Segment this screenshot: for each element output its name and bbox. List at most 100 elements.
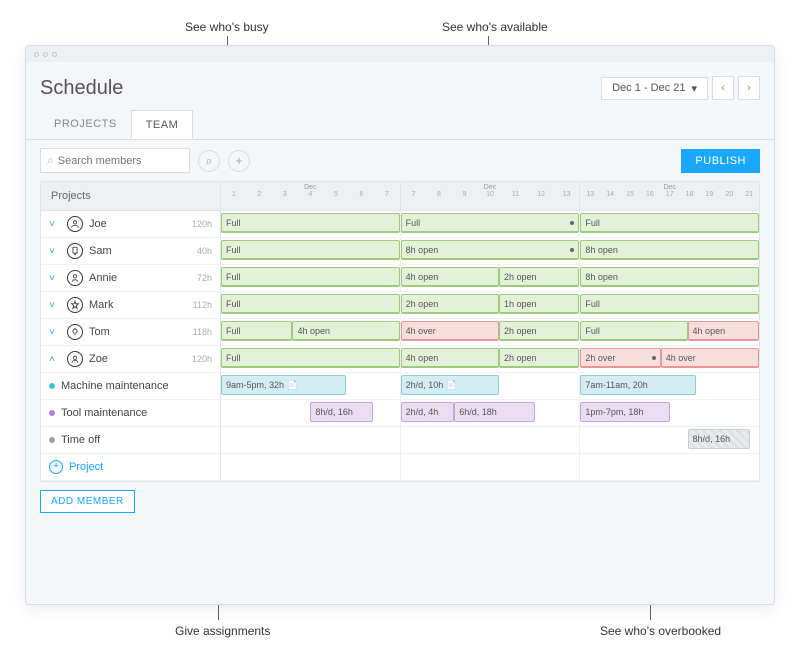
expand-icon[interactable]: ˅ bbox=[49, 273, 61, 284]
schedule-bar[interactable]: 4h open bbox=[401, 348, 499, 368]
schedule-bar[interactable]: 6h/d, 18h bbox=[454, 402, 534, 422]
window-dot bbox=[34, 52, 39, 57]
schedule-bar[interactable]: 9am-5pm, 32h 📄 bbox=[221, 375, 346, 395]
project-row: Machine maintenance 9am-5pm, 32h 📄 2h/d, 1… bbox=[41, 373, 759, 400]
callout-overbooked: See who's overbooked bbox=[600, 624, 721, 638]
avatar-icon bbox=[67, 324, 83, 340]
schedule-bar[interactable]: 8h/d, 16h bbox=[688, 429, 751, 449]
add-project-button[interactable]: +Project bbox=[49, 460, 103, 474]
expand-icon[interactable]: ˅ bbox=[49, 246, 61, 257]
schedule-bar[interactable]: Full bbox=[221, 213, 400, 233]
schedule-bar[interactable]: 4h open bbox=[688, 321, 759, 341]
add-member-button[interactable]: ADD MEMBER bbox=[40, 490, 135, 513]
avatar-icon bbox=[67, 351, 83, 367]
page-title: Schedule bbox=[40, 77, 123, 100]
schedule-bar[interactable]: 4h open bbox=[292, 321, 399, 341]
schedule-bar[interactable]: 2h open bbox=[499, 267, 579, 287]
tab-projects[interactable]: PROJECTS bbox=[40, 110, 131, 139]
member-row: ˄ Zoe 120h Full4h open2h open2h over4h ov… bbox=[41, 346, 759, 373]
member-row: ˅ Tom 118hFull4h open4h over2h openFull4… bbox=[41, 319, 759, 346]
schedule-bar[interactable]: 2h over bbox=[580, 348, 660, 368]
add-button[interactable]: + bbox=[228, 150, 250, 172]
timeline-week-header: Dec131415161718192021 bbox=[580, 182, 759, 210]
search-input-wrapper[interactable]: ⌕ bbox=[40, 148, 190, 173]
schedule-bar[interactable]: 2h/d, 10h 📄 bbox=[401, 375, 499, 395]
grid-left-header: Projects bbox=[41, 182, 221, 210]
member-name: Annie bbox=[89, 272, 117, 284]
schedule-bar[interactable]: 8h open bbox=[401, 240, 580, 260]
date-range-picker[interactable]: Dec 1 - Dec 21 ▾ bbox=[601, 77, 708, 100]
project-color-dot bbox=[49, 410, 55, 416]
timeline-week-header: Dec1234567 bbox=[221, 182, 401, 210]
member-hours: 120h bbox=[192, 354, 212, 364]
schedule-bar[interactable]: Full bbox=[580, 294, 759, 314]
schedule-bar[interactable]: Full bbox=[401, 213, 580, 233]
schedule-bar[interactable]: Full bbox=[221, 267, 400, 287]
member-row: ˅ Mark 112hFull2h open1h openFull bbox=[41, 292, 759, 319]
project-color-dot bbox=[49, 383, 55, 389]
date-range-label: Dec 1 - Dec 21 bbox=[612, 82, 685, 94]
schedule-bar[interactable]: Full bbox=[221, 321, 292, 341]
timeline-week-header: Dec78910111213 bbox=[401, 182, 581, 210]
window-titlebar bbox=[26, 46, 774, 62]
callout-available: See who's available bbox=[442, 20, 548, 34]
member-row: ˅ Annie 72h Full4h open2h open8h open bbox=[41, 265, 759, 292]
tab-bar: PROJECTS TEAM bbox=[26, 110, 774, 140]
project-name: Tool maintenance bbox=[61, 407, 147, 419]
member-hours: 118h bbox=[193, 327, 212, 337]
schedule-bar[interactable]: 2h open bbox=[401, 294, 499, 314]
project-color-dot bbox=[49, 437, 55, 443]
schedule-bar[interactable]: Full bbox=[221, 240, 400, 260]
project-name: Machine maintenance bbox=[61, 380, 169, 392]
member-name: Zoe bbox=[89, 353, 108, 365]
member-row: ˅ Joe 120hFullFullFull bbox=[41, 211, 759, 238]
callout-assign: Give assignments bbox=[175, 624, 270, 638]
avatar-icon bbox=[67, 270, 83, 286]
schedule-bar[interactable]: 4h over bbox=[661, 348, 759, 368]
schedule-bar[interactable]: 7am-11am, 20h bbox=[580, 375, 696, 395]
schedule-bar[interactable]: 1pm-7pm, 18h bbox=[580, 402, 669, 422]
search-input[interactable] bbox=[58, 155, 200, 167]
schedule-bar[interactable]: 4h over bbox=[401, 321, 499, 341]
next-period-button[interactable]: › bbox=[738, 76, 760, 100]
expand-icon[interactable]: ˄ bbox=[49, 354, 61, 365]
member-hours: 72h bbox=[197, 273, 212, 283]
member-name: Tom bbox=[89, 326, 110, 338]
schedule-bar[interactable]: 4h open bbox=[401, 267, 499, 287]
schedule-bar[interactable]: 8h open bbox=[580, 240, 759, 260]
avatar-icon bbox=[67, 297, 83, 313]
schedule-bar[interactable]: 8h open bbox=[580, 267, 759, 287]
app-window: Schedule Dec 1 - Dec 21 ▾ ‹ › PROJECTS T… bbox=[25, 45, 775, 605]
prev-period-button[interactable]: ‹ bbox=[712, 76, 734, 100]
member-row: ˅ Sam 40hFull8h open8h open bbox=[41, 238, 759, 265]
schedule-bar[interactable]: Full bbox=[221, 348, 400, 368]
schedule-bar[interactable]: 1h open bbox=[499, 294, 579, 314]
expand-icon[interactable]: ˅ bbox=[49, 300, 61, 311]
schedule-bar[interactable]: Full bbox=[580, 213, 759, 233]
publish-button[interactable]: PUBLISH bbox=[681, 149, 760, 173]
plus-icon: + bbox=[49, 460, 63, 474]
expand-icon[interactable]: ˅ bbox=[49, 327, 61, 338]
window-dot bbox=[43, 52, 48, 57]
chevron-down-icon: ▾ bbox=[691, 82, 697, 95]
schedule-bar[interactable]: 8h/d, 16h bbox=[310, 402, 373, 422]
schedule-grid: Projects Dec1234567Dec78910111213Dec1314… bbox=[40, 181, 760, 482]
member-hours: 112h bbox=[193, 300, 212, 310]
member-name: Sam bbox=[89, 245, 112, 257]
avatar-icon bbox=[67, 243, 83, 259]
expand-icon[interactable]: ˅ bbox=[49, 219, 61, 230]
schedule-bar[interactable]: 2h/d, 4h bbox=[401, 402, 455, 422]
project-row: Time off 8h/d, 16h bbox=[41, 427, 759, 454]
member-name: Joe bbox=[89, 218, 107, 230]
member-name: Mark bbox=[89, 299, 113, 311]
project-row: Tool maintenance 8h/d, 16h 2h/d, 4h6h/d, 1… bbox=[41, 400, 759, 427]
tab-team[interactable]: TEAM bbox=[131, 110, 194, 139]
schedule-bar[interactable]: Full bbox=[221, 294, 400, 314]
callout-busy: See who's busy bbox=[185, 20, 269, 34]
schedule-bar[interactable]: Full bbox=[580, 321, 687, 341]
search-icon: ⌕ bbox=[47, 153, 54, 168]
project-name: Time off bbox=[61, 434, 100, 446]
schedule-bar[interactable]: 2h open bbox=[499, 348, 579, 368]
schedule-bar[interactable]: 2h open bbox=[499, 321, 579, 341]
filter-button[interactable]: ⌕ bbox=[198, 150, 220, 172]
